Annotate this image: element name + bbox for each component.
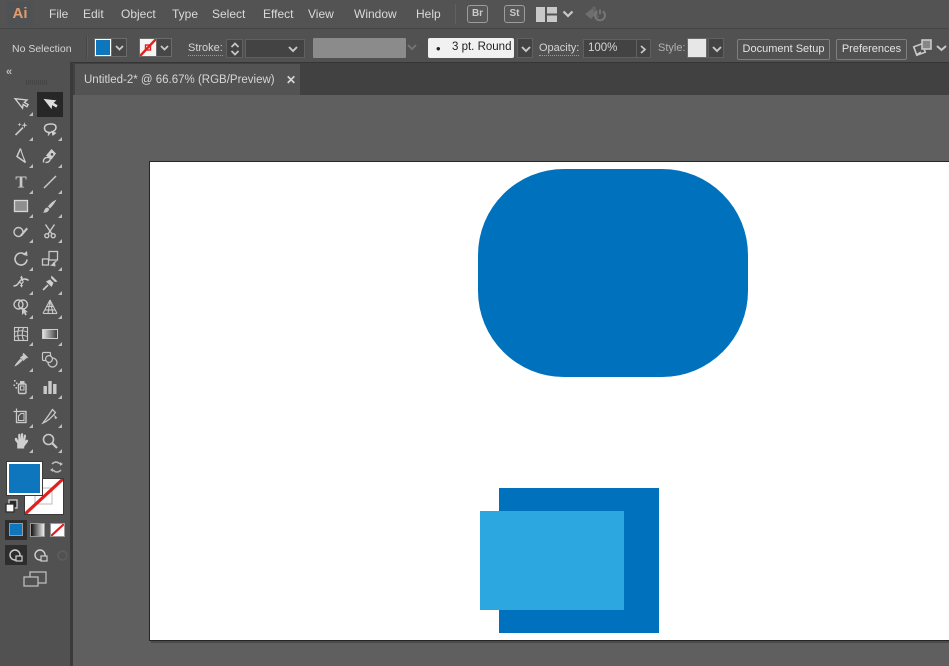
svg-text:T: T <box>15 173 27 191</box>
